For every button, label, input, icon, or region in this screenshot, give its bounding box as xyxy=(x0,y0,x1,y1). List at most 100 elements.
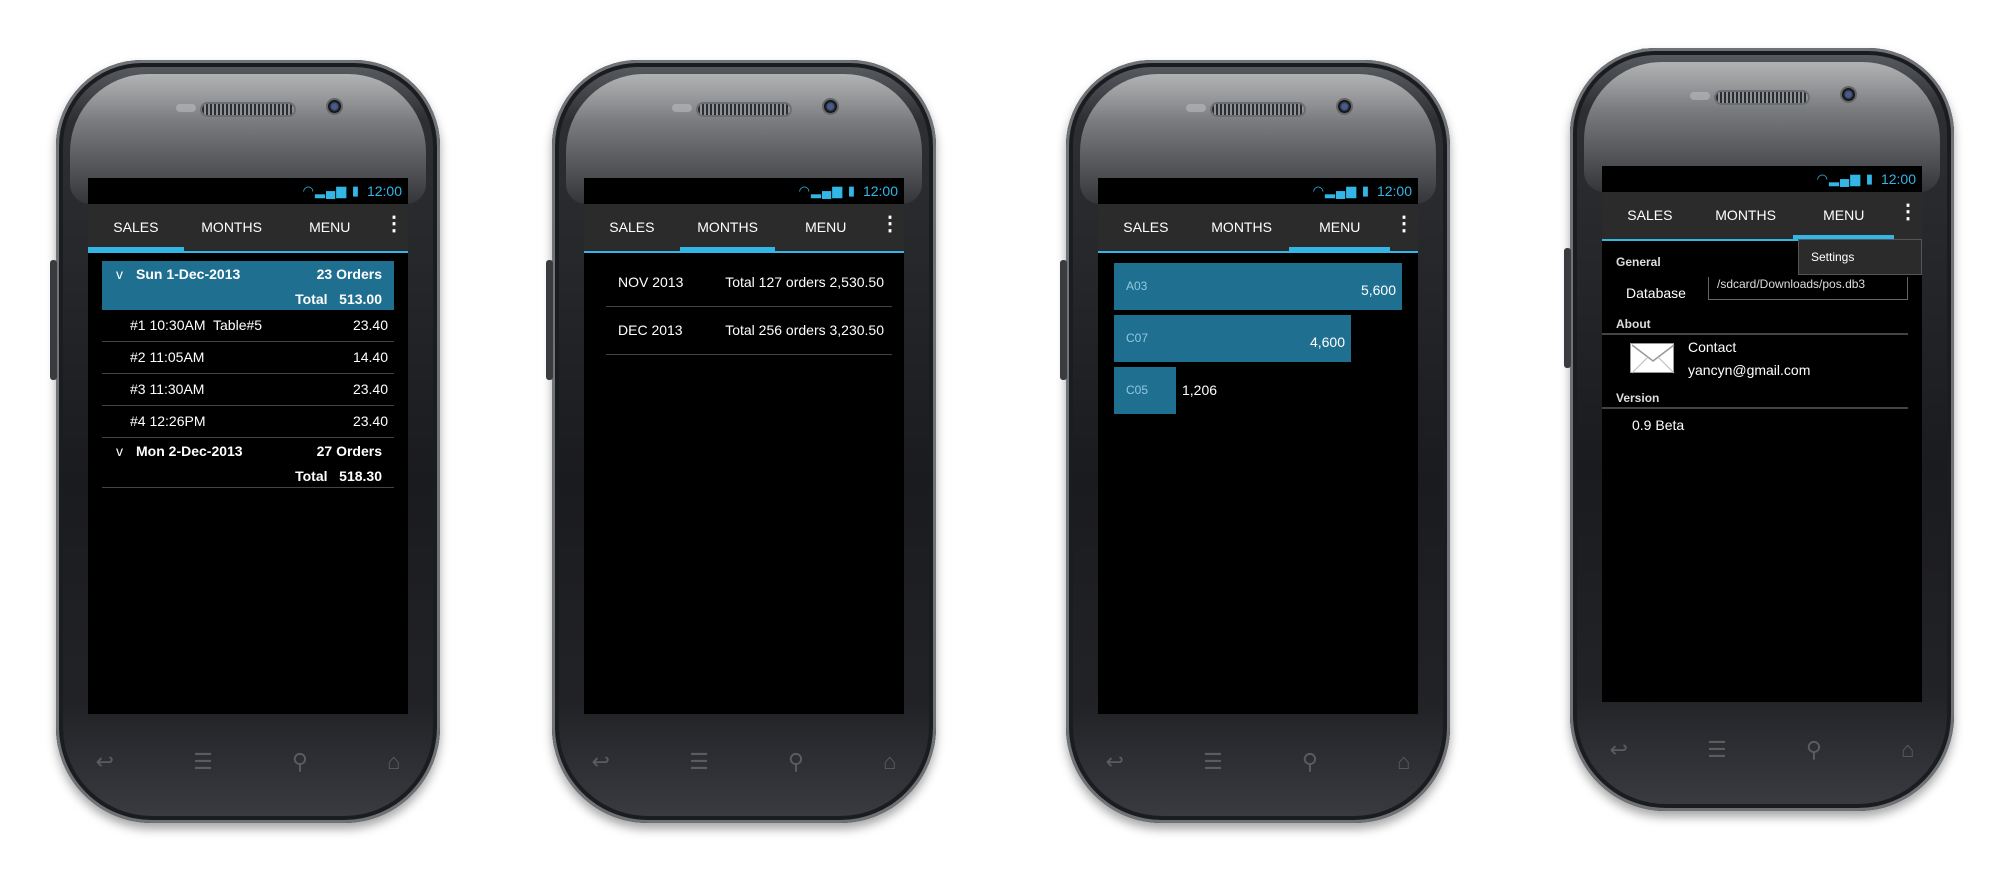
day-total-row: Total 518.30 xyxy=(108,465,388,487)
bar-value: 4,600 xyxy=(1309,334,1345,350)
day-group-header[interactable]: v Mon 2-Dec-2013 27 Orders Total 518.30 xyxy=(102,438,394,488)
section-version: Version xyxy=(1602,389,1908,409)
back-icon[interactable]: ↩ xyxy=(96,749,114,775)
wifi-signal-battery-icons: ◠▂▄▆ ▮ xyxy=(1312,183,1370,198)
recent-icon[interactable]: ☰ xyxy=(1203,749,1223,775)
nav-bar: ↩ ☰ ⚲ ⌂ xyxy=(56,747,440,777)
sales-list: v Sun 1-Dec-2013 23 Orders Total 513.00 … xyxy=(102,261,394,488)
recent-icon[interactable]: ☰ xyxy=(193,749,213,775)
order-row[interactable]: #4 12:26PM 23.40 xyxy=(102,406,394,438)
order-label: #4 12:26PM xyxy=(130,413,206,429)
bar-value: 5,600 xyxy=(1360,282,1396,298)
overflow-popup-settings[interactable]: Settings xyxy=(1798,239,1922,275)
day-total: Total 513.00 xyxy=(295,288,382,310)
order-row[interactable]: #1 10:30AM Table#5 23.40 xyxy=(102,310,394,342)
front-camera xyxy=(328,100,341,113)
nav-bar: ↩ ☰ ⚲ ⌂ xyxy=(1066,747,1450,777)
tab-months[interactable]: MONTHS xyxy=(1698,192,1794,239)
day-row: v Sun 1-Dec-2013 23 Orders xyxy=(108,261,388,288)
volume-button[interactable] xyxy=(50,260,57,380)
database-label: Database xyxy=(1626,285,1686,301)
bar-value: 1,206 xyxy=(1182,382,1218,398)
bar-c05[interactable]: C05 xyxy=(1114,367,1176,414)
search-icon[interactable]: ⚲ xyxy=(788,749,804,775)
overflow-menu-icon[interactable]: ⋮ xyxy=(1390,204,1418,251)
month-row[interactable]: DEC 2013 Total 256 orders 3,230.50 xyxy=(606,307,892,355)
tab-menu[interactable]: MENU xyxy=(1289,204,1390,253)
search-icon[interactable]: ⚲ xyxy=(1302,749,1318,775)
volume-button[interactable] xyxy=(546,260,553,380)
home-icon[interactable]: ⌂ xyxy=(883,749,896,775)
contact-email[interactable]: yancyn@gmail.com xyxy=(1688,362,1810,378)
day-total-row: Total 513.00 xyxy=(108,288,388,310)
nav-bar: ↩ ☰ ⚲ ⌂ xyxy=(1570,735,1954,765)
tab-months[interactable]: MONTHS xyxy=(1194,204,1290,251)
order-row[interactable]: #3 11:30AM 23.40 xyxy=(102,374,394,406)
status-bar: ◠▂▄▆ ▮ 12:00 xyxy=(1602,166,1922,192)
tab-sales[interactable]: SALES xyxy=(584,204,680,251)
day-group-header[interactable]: v Sun 1-Dec-2013 23 Orders Total 513.00 xyxy=(102,261,394,310)
tab-menu[interactable]: MENU xyxy=(775,204,876,251)
order-amount: 23.40 xyxy=(352,317,388,333)
month-summary: Total 256 orders 3,230.50 xyxy=(725,322,884,338)
status-bar: ◠▂▄▆ ▮ 12:00 xyxy=(1098,178,1418,204)
recent-icon[interactable]: ☰ xyxy=(1707,737,1727,763)
day-date: Mon 2-Dec-2013 xyxy=(136,443,243,459)
contact-label: Contact xyxy=(1688,339,1737,355)
back-icon[interactable]: ↩ xyxy=(1106,749,1124,775)
screen-months: ◠▂▄▆ ▮ 12:00 SALES MONTHS MENU ⋮ NOV 201… xyxy=(584,178,904,714)
back-icon[interactable]: ↩ xyxy=(1610,737,1628,763)
status-clock: 12:00 xyxy=(1880,171,1916,187)
overflow-menu-icon[interactable]: ⋮ xyxy=(1894,192,1922,239)
speaker-grille xyxy=(1212,104,1304,115)
total-value: 518.30 xyxy=(339,468,382,484)
proximity-sensor xyxy=(176,104,196,112)
speaker-grille xyxy=(202,104,294,115)
bar-label: C05 xyxy=(1126,383,1149,397)
product-bar-chart: A03 5,600 C07 4,600 C05 1,206 xyxy=(1098,253,1418,453)
bar-label: A03 xyxy=(1126,279,1148,293)
tab-menu[interactable]: MENU xyxy=(279,204,380,251)
tab-sales[interactable]: SALES xyxy=(1098,204,1194,251)
status-bar: ◠▂▄▆ ▮ 12:00 xyxy=(88,178,408,204)
database-path-field[interactable]: /sdcard/Downloads/pos.db3 xyxy=(1708,277,1908,300)
phone-sales: ◠▂▄▆ ▮ 12:00 SALES MONTHS MENU ⋮ v Sun 1… xyxy=(50,60,440,823)
expand-chevron-icon[interactable]: v xyxy=(116,261,123,288)
order-amount: 23.40 xyxy=(352,381,388,397)
settings-panel: General Database /sdcard/Downloads/pos.d… xyxy=(1602,253,1922,433)
overflow-menu-icon[interactable]: ⋮ xyxy=(876,204,904,251)
front-camera xyxy=(1338,100,1351,113)
tab-sales[interactable]: SALES xyxy=(88,204,184,253)
total-label: Total xyxy=(295,468,328,484)
tab-months[interactable]: MONTHS xyxy=(679,204,776,253)
wifi-signal-battery-icons: ◠▂▄▆ ▮ xyxy=(302,183,360,198)
phone-settings: ◠▂▄▆ ▮ 12:00 SALES MONTHS MENU ⋮ Setting… xyxy=(1564,48,1954,811)
month-row[interactable]: NOV 2013 Total 127 orders 2,530.50 xyxy=(606,259,892,307)
home-icon[interactable]: ⌂ xyxy=(1901,737,1914,763)
search-icon[interactable]: ⚲ xyxy=(292,749,308,775)
month-label: NOV 2013 xyxy=(618,274,684,290)
status-clock: 12:00 xyxy=(1376,183,1412,199)
tab-sales[interactable]: SALES xyxy=(1602,192,1698,239)
phone-months: ◠▂▄▆ ▮ 12:00 SALES MONTHS MENU ⋮ NOV 201… xyxy=(546,60,936,823)
order-row[interactable]: #2 11:05AM 14.40 xyxy=(102,342,394,374)
bar-a03[interactable]: A03 5,600 xyxy=(1114,263,1402,310)
volume-button[interactable] xyxy=(1564,248,1571,368)
home-icon[interactable]: ⌂ xyxy=(387,749,400,775)
front-camera xyxy=(1842,88,1855,101)
back-icon[interactable]: ↩ xyxy=(592,749,610,775)
volume-button[interactable] xyxy=(1060,260,1067,380)
bar-c07[interactable]: C07 4,600 xyxy=(1114,315,1351,362)
bar-label: C07 xyxy=(1126,331,1149,345)
overflow-menu-icon[interactable]: ⋮ xyxy=(380,204,408,251)
tab-menu[interactable]: MENU xyxy=(1793,192,1894,241)
database-setting[interactable]: Database /sdcard/Downloads/pos.db3 xyxy=(1602,271,1922,315)
home-icon[interactable]: ⌂ xyxy=(1397,749,1410,775)
tab-bar: SALES MONTHS MENU ⋮ xyxy=(88,204,408,253)
phone-chart: ◠▂▄▆ ▮ 12:00 SALES MONTHS MENU ⋮ A03 5,60… xyxy=(1060,60,1450,823)
search-icon[interactable]: ⚲ xyxy=(1806,737,1822,763)
expand-chevron-icon[interactable]: v xyxy=(116,438,123,465)
tab-months[interactable]: MONTHS xyxy=(184,204,280,251)
recent-icon[interactable]: ☰ xyxy=(689,749,709,775)
contact-setting[interactable]: Contact yancyn@gmail.com xyxy=(1602,335,1922,389)
